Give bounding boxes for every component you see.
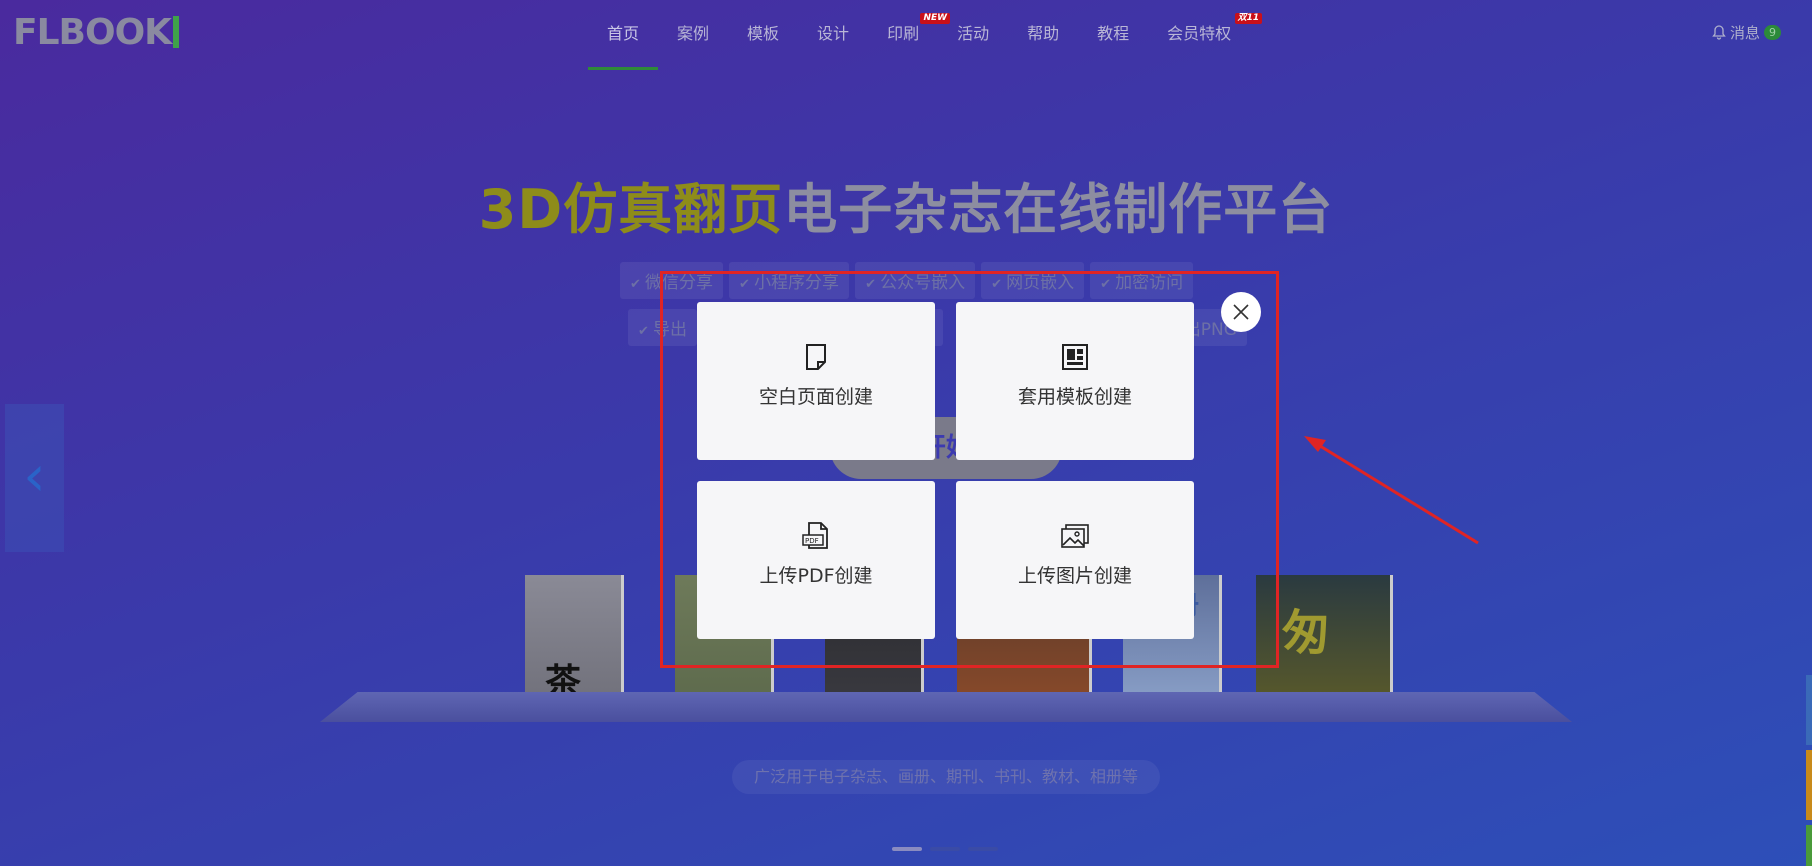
messages-label: 消息 (1730, 24, 1761, 42)
nav-label: 会员特权 (1167, 24, 1232, 43)
nav-label: 设计 (817, 24, 850, 43)
logo[interactable]: FLBOOK (13, 12, 180, 53)
nav-label: 模板 (747, 24, 780, 43)
bookshelf (320, 692, 1572, 722)
nav-item-templates[interactable]: 模板 (728, 0, 798, 70)
highlight-box (660, 271, 1279, 668)
nav-item-cases[interactable]: 案例 (658, 0, 728, 70)
caption-pill: 广泛用于电子杂志、画册、期刊、书刊、教材、相册等 (732, 760, 1160, 794)
carousel-dot[interactable] (892, 847, 922, 851)
nav-item-home[interactable]: 首页 (588, 0, 659, 70)
side-tab[interactable] (1806, 675, 1812, 745)
side-tab[interactable] (1806, 750, 1812, 820)
nav-item-tutorials[interactable]: 教程 (1078, 0, 1148, 70)
carousel-prev-button[interactable]: ‹ (5, 404, 64, 552)
nav-item-print[interactable]: 印刷 NEW (868, 0, 951, 70)
hero-title-highlight: 3D仿真翻页 (478, 178, 784, 241)
nav-label: 教程 (1097, 24, 1130, 43)
bell-icon (1712, 25, 1726, 40)
side-tab[interactable] (1806, 825, 1812, 866)
book-title: 匆 (1282, 605, 1331, 661)
carousel-dot[interactable] (930, 847, 960, 851)
nav-label: 案例 (677, 24, 710, 43)
nav-item-design[interactable]: 设计 (798, 0, 868, 70)
nav-label: 活动 (957, 24, 990, 43)
book-cover[interactable]: 茶 (525, 575, 621, 705)
nav-item-vip[interactable]: 会员特权 双11 (1148, 0, 1263, 70)
messages-count: 9 (1764, 25, 1782, 40)
nav-item-events[interactable]: 活动 (938, 0, 1008, 70)
carousel-dot[interactable] (968, 847, 998, 851)
chevron-left-icon: ‹ (23, 444, 46, 509)
hero-title: 3D仿真翻页电子杂志在线制作平台 (0, 165, 1812, 244)
messages-link[interactable]: 消息 9 (1712, 22, 1782, 43)
top-nav: FLBOOK 首页 案例 模板 设计 印刷 NEW 活动 帮助 教程 会员特权 双1… (0, 0, 1812, 70)
main-menu: 首页 案例 模板 设计 印刷 NEW 活动 帮助 教程 会员特权 双11 (588, 0, 1263, 70)
nav-item-help[interactable]: 帮助 (1008, 0, 1078, 70)
hero-title-rest: 电子杂志在线制作平台 (783, 178, 1334, 241)
promo-badge: 双11 (1234, 13, 1263, 24)
logo-bar (173, 16, 180, 48)
nav-label: 帮助 (1027, 24, 1060, 43)
carousel-dots (892, 847, 998, 851)
logo-text: FLBOOK (13, 12, 172, 53)
nav-label: 印刷 (887, 24, 920, 43)
nav-label: 首页 (607, 24, 640, 43)
